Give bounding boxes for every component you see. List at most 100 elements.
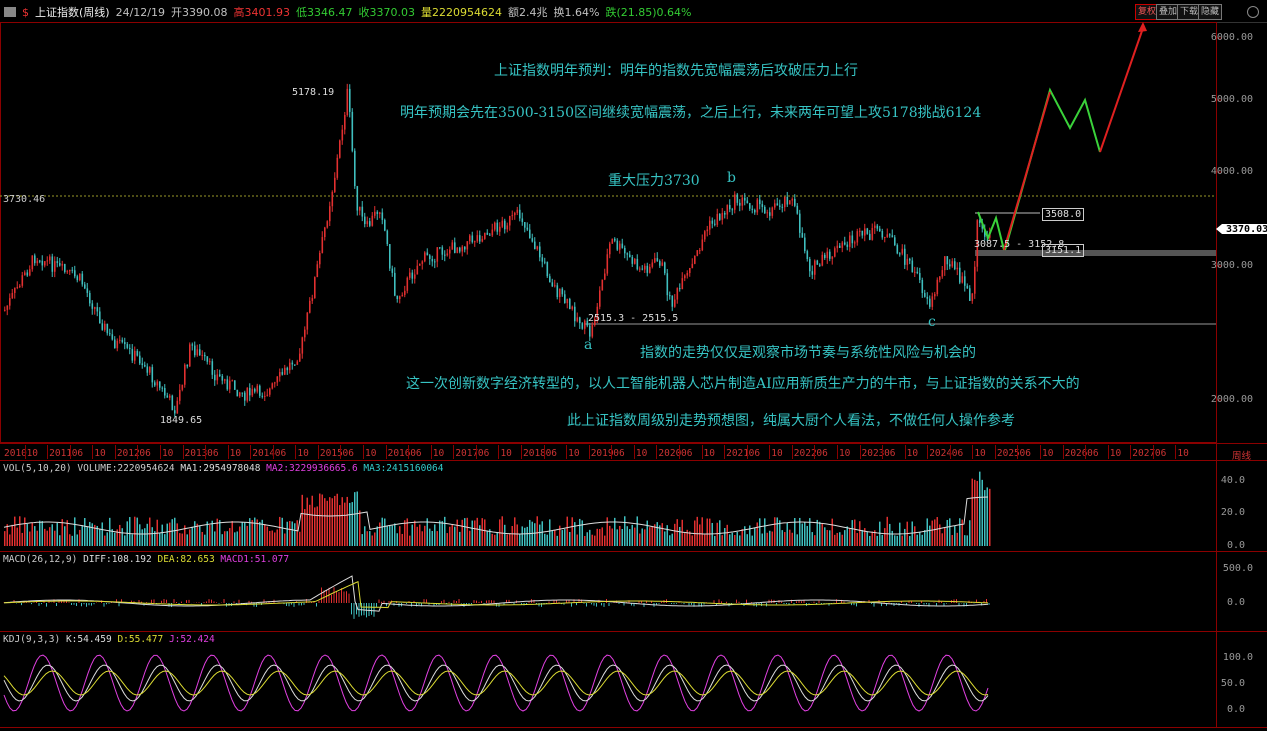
candle-body [804, 237, 806, 252]
candle-body [126, 344, 129, 348]
volume-bar [391, 525, 393, 546]
candle-body [84, 284, 86, 289]
volume-bar [394, 523, 396, 546]
volume-bar [956, 532, 958, 546]
candle-body [196, 349, 199, 356]
candle-body [484, 232, 486, 239]
volume-bar [461, 519, 463, 546]
candle-body [54, 261, 56, 272]
candle-body [284, 367, 286, 375]
time-axis-separator [543, 445, 545, 459]
candle-body [234, 380, 236, 390]
candle-body [886, 234, 889, 238]
volume-bar [366, 531, 368, 546]
candle-body [801, 232, 804, 238]
volume-bar [474, 520, 476, 546]
volume-bar [561, 530, 563, 546]
candle-body [426, 252, 429, 256]
volume-bar [419, 524, 421, 546]
candle-body [716, 213, 719, 225]
volume-bar [496, 531, 498, 546]
volume-bar [91, 523, 93, 546]
volume-bar [349, 502, 351, 546]
time-axis-label: 06 [884, 448, 896, 459]
time-axis-separator [656, 445, 658, 459]
candle-body [219, 374, 221, 377]
time-axis-separator [475, 445, 477, 459]
volume-bar [384, 518, 386, 546]
candle-body [76, 276, 79, 281]
volume-bar [361, 534, 363, 546]
volume-bar [464, 518, 466, 546]
candle-body [696, 250, 699, 256]
candle-body [514, 212, 516, 216]
volume-bar [959, 518, 961, 546]
candle-body [204, 354, 206, 357]
candle-body [291, 362, 294, 365]
candle-body [224, 379, 226, 381]
volume-bar [781, 530, 783, 546]
volume-bar [54, 530, 56, 546]
volume-bar [379, 522, 381, 546]
volume-bar [616, 529, 618, 546]
candle-body [259, 385, 261, 396]
volume-bar [74, 517, 76, 546]
volume-bar [369, 531, 371, 546]
volume-axis-0: 0.0 [1226, 540, 1245, 551]
candle-body [414, 274, 416, 279]
volume-bar [344, 502, 346, 546]
volume-bar [376, 526, 378, 546]
candle-body [749, 203, 751, 209]
candle-body [669, 295, 671, 297]
time-axis-label: 06 [477, 448, 490, 459]
candle-body [164, 388, 166, 396]
time-axis-label: 06 [1087, 448, 1099, 459]
time-axis-separator [92, 445, 94, 459]
volume-bar [904, 528, 906, 546]
candle-body [404, 290, 406, 295]
candle-body [946, 256, 949, 265]
kdj-title: KDJ(9,3,3) [3, 634, 61, 645]
volume-bar [711, 522, 713, 546]
candle-body [214, 374, 216, 381]
candle-body [701, 239, 704, 251]
volume-bar [619, 525, 621, 546]
volume-bar [144, 528, 146, 546]
volume-bar [549, 519, 551, 546]
candle-body [221, 376, 224, 381]
volume-bar [416, 526, 418, 546]
volume-bar [729, 534, 731, 546]
candle-body [316, 264, 319, 278]
candle-body [461, 246, 464, 252]
volume-bar [219, 520, 221, 546]
candle-body [289, 362, 291, 371]
volume-bar [854, 519, 856, 546]
candle-body [561, 288, 564, 295]
candle-body [99, 311, 101, 324]
resistance-level-label: 3730.46 [3, 194, 46, 205]
candle-body [661, 262, 664, 266]
candle-body [181, 384, 184, 390]
candle-body [281, 372, 284, 375]
candle-body [64, 264, 66, 272]
time-axis-separator [453, 445, 455, 459]
volume-bar [591, 534, 593, 546]
volume-bar [506, 534, 508, 546]
candle-body [306, 312, 309, 330]
volume-bar [586, 532, 588, 546]
volume-bar [786, 523, 788, 546]
volume-bar [79, 529, 81, 546]
candle-body [144, 365, 146, 367]
candle-body [949, 264, 951, 267]
candle-body [899, 253, 901, 255]
candle-body [46, 260, 49, 262]
volume-bar [534, 523, 536, 546]
volume-bar [286, 521, 288, 546]
time-axis-separator [521, 445, 523, 459]
volume-bar [521, 526, 523, 546]
volume-bar [769, 530, 771, 546]
candle-body [111, 334, 114, 340]
time-axis-separator [904, 445, 906, 459]
volume-bars [4, 471, 991, 546]
volume-bar [744, 526, 746, 546]
